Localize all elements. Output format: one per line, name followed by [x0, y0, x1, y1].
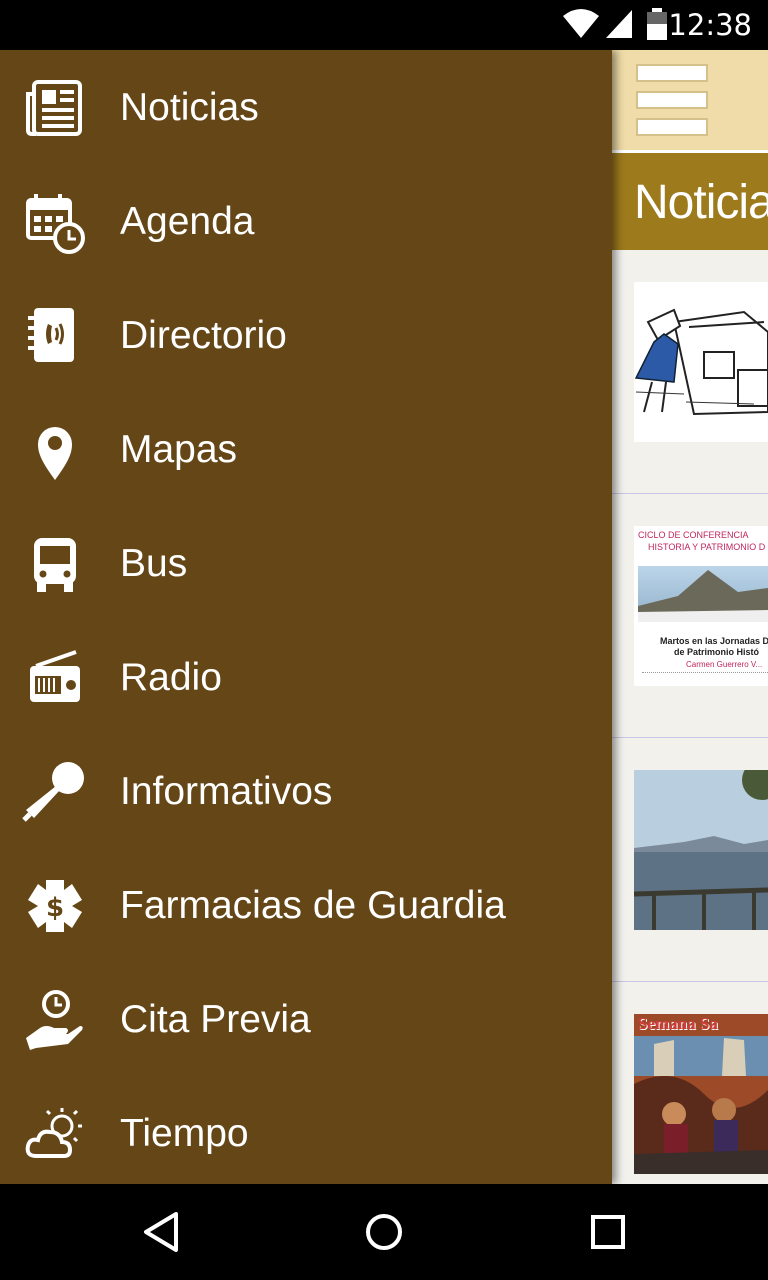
poster-photo	[638, 566, 768, 622]
poster-text: Carmen Guerrero V...	[686, 660, 763, 669]
map-pin-icon	[38, 427, 72, 480]
drawer-item-label: Noticias	[120, 86, 259, 129]
news-thumbnail-semana-santa[interactable]: Semana Sa	[634, 1014, 768, 1174]
system-nav-bar	[0, 1184, 768, 1280]
news-item[interactable]	[612, 738, 768, 982]
drawer-item-farmacias[interactable]: $ Farmacias de Guardia	[0, 848, 612, 962]
drawer-item-label: Tiempo	[120, 1112, 249, 1155]
phone-book-icon	[28, 308, 74, 362]
drawer-item-label: Mapas	[120, 428, 238, 471]
news-item[interactable]: Semana Sa	[612, 982, 768, 1184]
pharmacy-icon: $	[28, 880, 82, 932]
home-icon[interactable]	[360, 1208, 408, 1256]
news-thumbnail-sketch[interactable]	[634, 282, 768, 442]
drawer-item-noticias[interactable]: Noticias	[0, 50, 612, 164]
section-header: Noticias	[612, 150, 768, 250]
drawer-item-label: Cita Previa	[120, 998, 311, 1041]
back-icon[interactable]	[138, 1208, 186, 1256]
bus-icon	[34, 538, 76, 592]
drawer-item-agenda[interactable]: Agenda	[0, 164, 612, 278]
wifi-icon	[563, 9, 599, 38]
navigation-drawer: Noticias Agenda Directorio Mapas Bus Rad…	[0, 50, 612, 1184]
recents-icon[interactable]	[584, 1208, 632, 1256]
news-item[interactable]: CICLO DE CONFERENCIA HISTORIA Y PATRIMON…	[612, 494, 768, 738]
hamburger-icon[interactable]	[636, 64, 708, 136]
calendar-clock-icon	[26, 194, 85, 254]
toolbar	[612, 50, 768, 150]
drawer-item-label: Farmacias de Guardia	[120, 884, 506, 927]
drawer-item-radio[interactable]: Radio	[0, 620, 612, 734]
news-thumbnail-lake[interactable]	[634, 770, 768, 930]
drawer-item-label: Directorio	[120, 314, 287, 357]
drawer-item-mapas[interactable]: Mapas	[0, 392, 612, 506]
news-item[interactable]	[612, 250, 768, 494]
drawer-item-label: Radio	[120, 656, 222, 699]
drawer-item-bus[interactable]: Bus	[0, 506, 612, 620]
svg-text:$: $	[46, 893, 64, 923]
status-bar: 12:38	[0, 0, 768, 50]
battery-icon	[647, 8, 667, 40]
poster-title: Semana Sa	[638, 1014, 718, 1033]
app-content: Noticias CICLO DE CONF	[0, 50, 768, 1184]
newspaper-icon	[26, 80, 82, 136]
news-list: CICLO DE CONFERENCIA HISTORIA Y PATRIMON…	[612, 250, 768, 1184]
page-title: Noticias	[634, 176, 768, 229]
cell-signal-icon	[606, 10, 632, 38]
microphone-icon	[22, 762, 84, 822]
status-time: 12:38	[668, 8, 752, 42]
drawer-item-informativos[interactable]: Informativos	[0, 734, 612, 848]
radio-icon	[30, 650, 80, 702]
drawer-item-cita-previa[interactable]: Cita Previa	[0, 962, 612, 1076]
poster-text: HISTORIA Y PATRIMONIO D	[648, 542, 766, 552]
poster-text: de Patrimonio Histó	[674, 647, 760, 657]
poster-text: Martos en las Jornadas D	[660, 636, 768, 646]
appointment-hand-icon	[26, 990, 83, 1050]
weather-icon	[25, 1108, 82, 1158]
drawer-item-label: Bus	[120, 542, 188, 585]
news-thumbnail-poster[interactable]: CICLO DE CONFERENCIA HISTORIA Y PATRIMON…	[634, 526, 768, 686]
drawer-item-label: Agenda	[120, 200, 255, 243]
drawer-item-directorio[interactable]: Directorio	[0, 278, 612, 392]
poster-text: CICLO DE CONFERENCIA	[638, 530, 749, 540]
drawer-item-tiempo[interactable]: Tiempo	[0, 1076, 612, 1184]
drawer-item-label: Informativos	[120, 770, 333, 813]
